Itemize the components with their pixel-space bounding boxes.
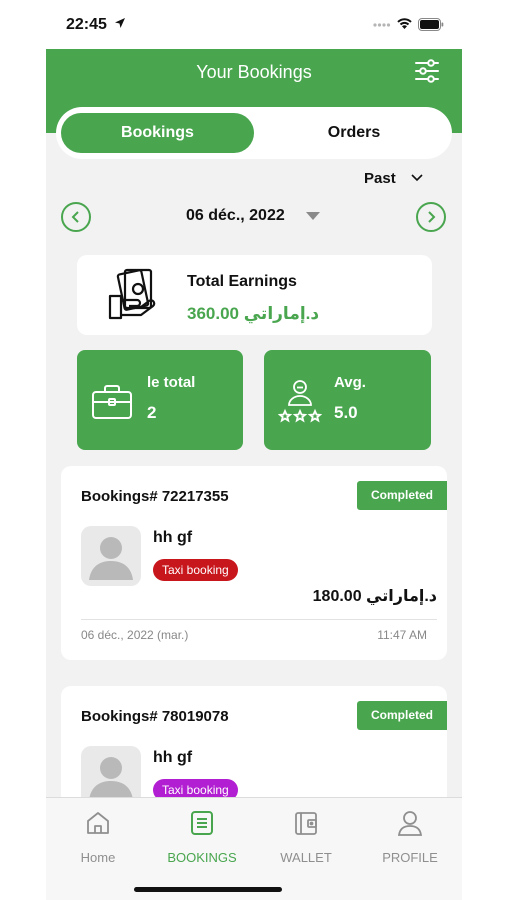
user-rating-icon — [278, 380, 322, 423]
status-bar: 22:45 — [46, 0, 462, 49]
wallet-icon — [295, 812, 317, 835]
user-placeholder-icon — [89, 537, 133, 580]
stat-label-total: le total — [147, 374, 196, 391]
tab-label-wallet: WALLET — [280, 850, 332, 865]
earnings-value: 360.00 د.إماراتي — [187, 304, 320, 323]
caret-down-icon[interactable] — [305, 211, 321, 221]
profile-icon — [397, 811, 423, 836]
booking-card[interactable]: Bookings# 72217355 Completed hh gf Taxi … — [61, 466, 447, 660]
tab-label-bookings: BOOKINGS — [167, 850, 237, 865]
customer-name: hh gf — [153, 749, 193, 766]
status-badge: Completed — [357, 701, 447, 730]
total-count-card: le total 2 — [77, 350, 243, 450]
booking-id: Bookings# 78019078 — [81, 708, 229, 725]
page-title: Your Bookings — [196, 62, 312, 82]
booking-amount: 180.00 د.إماراتي — [312, 588, 437, 605]
booking-time: 11:47 AM — [377, 628, 427, 642]
chevron-right-icon — [428, 211, 436, 223]
avatar — [81, 526, 141, 586]
battery-icon — [418, 18, 444, 31]
filter-sliders-icon[interactable] — [414, 59, 440, 83]
chevron-down-icon[interactable] — [410, 173, 424, 183]
tab-bookings[interactable]: Bookings — [61, 113, 254, 153]
status-time: 22:45 — [66, 16, 107, 33]
tab-bookings-nav[interactable]: BOOKINGS — [150, 798, 254, 873]
bookings-icon — [191, 811, 213, 835]
bookings-orders-switch: Bookings Orders — [56, 107, 452, 159]
booking-date: 06 déc., 2022 (mar.) — [81, 628, 189, 642]
average-rating-card: Avg. 5.0 — [264, 350, 431, 450]
divider — [81, 619, 437, 620]
wifi-icon — [397, 18, 412, 29]
tab-label-profile: PROFILE — [382, 850, 438, 865]
previous-date-button[interactable] — [61, 202, 91, 232]
status-badge: Completed — [357, 481, 447, 510]
location-arrow-icon — [115, 18, 125, 28]
tab-orders[interactable]: Orders — [266, 113, 442, 153]
chevron-left-icon — [71, 211, 79, 223]
booking-id: Bookings# 72217355 — [81, 488, 229, 505]
next-date-button[interactable] — [416, 202, 446, 232]
tab-label-home: Home — [80, 850, 116, 865]
money-hand-icon — [108, 268, 156, 320]
briefcase-icon — [92, 385, 132, 419]
period-dropdown[interactable]: Past — [364, 170, 396, 187]
app-screen: 22:45 Your Bookings Bookings Orders Past… — [46, 0, 462, 900]
selected-date[interactable]: 06 déc., 2022 — [186, 207, 285, 225]
booking-type-badge: Taxi booking — [153, 559, 238, 581]
home-indicator — [134, 887, 282, 892]
stat-value-total: 2 — [147, 403, 157, 422]
bottom-tab-bar: Home BOOKINGS WALLET PROFILE — [46, 797, 462, 900]
tab-profile[interactable]: PROFILE — [358, 798, 462, 873]
stat-value-average: 5.0 — [334, 403, 358, 422]
stat-label-average: Avg. — [334, 374, 366, 391]
earnings-title: Total Earnings — [187, 273, 297, 290]
total-earnings-card: Total Earnings 360.00 د.إماراتي — [77, 255, 432, 335]
customer-name: hh gf — [153, 529, 193, 546]
home-icon — [87, 812, 109, 834]
tab-home[interactable]: Home — [46, 798, 150, 873]
cellular-signal-icon — [373, 23, 391, 27]
tab-wallet[interactable]: WALLET — [254, 798, 358, 873]
